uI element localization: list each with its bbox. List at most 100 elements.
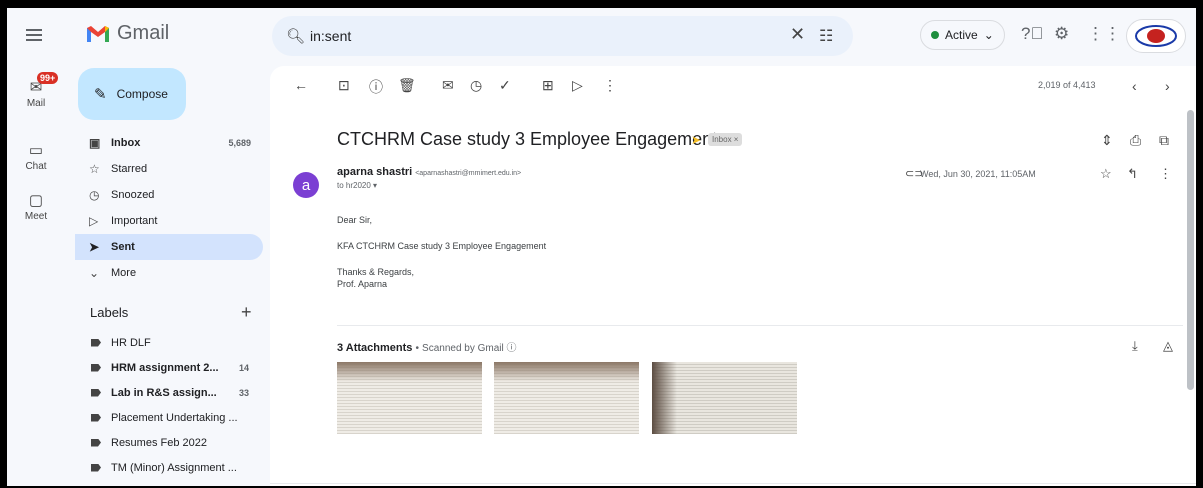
rail-chat-label: Chat (25, 161, 47, 172)
label-item[interactable]: Resumes Feb 2022 (75, 430, 263, 455)
sidebar-item-snoozed[interactable]: ◷ Snoozed (75, 182, 263, 208)
open-new-window-icon[interactable]: ⧉ (1159, 132, 1169, 149)
add-task-icon[interactable]: ✓ (499, 77, 511, 94)
account-avatar[interactable] (1126, 19, 1186, 53)
attachment-preview (337, 362, 482, 382)
chevron-down-icon: ⌄ (983, 28, 994, 42)
video-icon: ▢ (28, 192, 44, 209)
sidebar-item-label: Inbox (111, 137, 141, 149)
expand-all-icon[interactable]: ⇕ (1101, 132, 1113, 149)
star-icon[interactable]: ☆ (1100, 166, 1112, 182)
sidebar-item-starred[interactable]: ☆ Starred (75, 156, 263, 182)
top-bar: Gmail 🔍︎ in:sent ✕ ☷ Active ⌄ ?⃝ ⚙ ⋮⋮⋮ (7, 8, 1196, 63)
attachment-thumbnail[interactable] (337, 362, 482, 434)
label-item[interactable]: Lab in R&S assign... 33 (75, 380, 263, 405)
label-item[interactable]: HR DLF (75, 330, 263, 355)
inbox-label-chip[interactable]: Inbox × (708, 133, 743, 146)
scrollbar[interactable] (1187, 110, 1194, 390)
mail-unread-badge: 99+ (37, 72, 59, 84)
sidebar-item-label: Sent (111, 241, 135, 253)
attachment-thumbnail[interactable] (652, 362, 797, 434)
sender-name[interactable]: aparna shastri (337, 166, 412, 178)
compose-button[interactable]: ✎ Compose (78, 68, 186, 120)
sidebar-item-more[interactable]: ⌄ More (75, 260, 263, 286)
label-item[interactable]: Placement Undertaking ... (75, 405, 263, 430)
search-icon[interactable]: 🔍︎ (286, 27, 305, 45)
rail-chat[interactable]: ▭ Chat (7, 141, 65, 172)
attachment-preview (652, 362, 677, 434)
more-vert-icon[interactable]: ⋮ (603, 77, 617, 94)
attachment-thumbnail[interactable] (494, 362, 639, 434)
important-marker-icon[interactable]: ➤ (691, 133, 701, 147)
body-line: KFA CTCHRM Case study 3 Employee Engagem… (337, 241, 547, 251)
pencil-icon: ✎ (94, 86, 107, 103)
reply-icon[interactable]: ↰ (1127, 166, 1138, 182)
more-vert-icon[interactable]: ⋮ (1159, 166, 1172, 182)
mark-unread-icon[interactable]: ✉ (442, 77, 454, 94)
snooze-icon[interactable]: ◷ (470, 77, 482, 94)
report-spam-icon[interactable]: ⓘ (369, 77, 383, 97)
sidebar-item-label: Snoozed (111, 189, 155, 201)
status-dropdown[interactable]: Active ⌄ (920, 20, 1005, 50)
chat-icon: ▭ (28, 142, 44, 159)
search-input[interactable]: in:sent (310, 28, 351, 44)
recipient-toggle[interactable]: to hr2020 ▾ (337, 181, 377, 190)
label-item[interactable]: HRM assignment 2... 14 (75, 355, 263, 380)
back-icon[interactable]: ← (294, 77, 308, 93)
search-bar[interactable]: 🔍︎ in:sent ✕ ☷ (272, 16, 853, 56)
archive-icon[interactable]: ⊡ (338, 77, 350, 94)
add-to-drive-icon[interactable]: ◬ (1163, 338, 1173, 354)
label-icon[interactable]: ▷ (572, 77, 583, 94)
label-icon (91, 388, 101, 397)
label-count: 14 (238, 362, 249, 373)
body-closing: Thanks & Regards, (337, 267, 415, 277)
email-subject: CTCHRM Case study 3 Employee Engagement (337, 129, 718, 149)
label-icon (91, 338, 101, 347)
divider (337, 325, 1183, 326)
message-toolbar: ← ⊡ ⓘ 🗑︎ ✉ ◷ ✓ ⊞ ▷ ⋮ 2,019 of 4,413 ‹ › (270, 66, 1196, 106)
gmail-m-icon (87, 25, 109, 42)
sender-line: aparna shastri <aparnashastri@mmimert.edu… (337, 166, 521, 178)
pager-count: 2,019 of 4,413 (1038, 80, 1096, 90)
download-all-icon[interactable]: ⤓ (1132, 338, 1138, 354)
attachments-title: 3 Attachments (337, 342, 413, 354)
attachments-header: 3 Attachments • Scanned by Gmail ⓘ (337, 339, 517, 354)
delete-icon[interactable]: 🗑︎ (398, 77, 416, 94)
clock-icon: ◷ (89, 188, 100, 202)
close-icon[interactable]: ✕ (790, 24, 805, 45)
sidebar-item-inbox[interactable]: ▣ Inbox 5,689 (75, 130, 263, 156)
chevron-right-icon[interactable]: › (1165, 78, 1170, 94)
sidebar-item-label: More (111, 267, 137, 279)
label-name: Resumes Feb 2022 (111, 436, 207, 449)
label-item[interactable]: TM (Minor) Assignment ... (75, 455, 263, 480)
search-options-icon[interactable]: ☷ (819, 26, 833, 46)
label-count: 33 (238, 387, 249, 398)
help-icon[interactable]: ?⃝ (1021, 24, 1043, 44)
label-name: TM (Minor) Assignment ... (111, 461, 237, 474)
label-icon (91, 438, 101, 447)
sender-avatar[interactable]: a (293, 172, 319, 198)
sender-email: <aparnashastri@mmimert.edu.in> (415, 170, 522, 177)
rail-mail[interactable]: ✉ 99+ Mail (7, 72, 65, 109)
move-to-icon[interactable]: ⊞ (542, 77, 554, 94)
chevron-left-icon[interactable]: ‹ (1132, 78, 1137, 94)
send-icon: ➤ (89, 240, 100, 254)
print-icon[interactable]: ⎙ (1130, 132, 1141, 149)
body-signature: Prof. Aparna (337, 279, 388, 289)
email-date: Wed, Jun 30, 2021, 11:05AM (920, 169, 1036, 179)
rail-meet[interactable]: ▢ Meet (7, 191, 65, 222)
sidebar-item-label: Starred (111, 163, 148, 175)
sidebar-item-sent[interactable]: ➤ Sent (75, 234, 263, 260)
attachments-separator: • (415, 343, 419, 354)
label-icon (91, 363, 101, 372)
label-icon (91, 413, 101, 422)
gmail-window: Gmail 🔍︎ in:sent ✕ ☷ Active ⌄ ?⃝ ⚙ ⋮⋮⋮ ✉… (7, 8, 1196, 486)
email-body: Dear Sir, KFA CTCHRM Case study 3 Employ… (337, 214, 546, 290)
add-label-icon[interactable]: + (241, 302, 252, 323)
rail-meet-label: Meet (24, 211, 48, 222)
status-dot (931, 31, 939, 39)
menu-icon[interactable] (23, 24, 45, 46)
gear-icon[interactable]: ⚙ (1054, 24, 1069, 44)
sidebar-item-important[interactable]: ▷ Important (75, 208, 263, 234)
gmail-logo[interactable]: Gmail (85, 22, 169, 45)
